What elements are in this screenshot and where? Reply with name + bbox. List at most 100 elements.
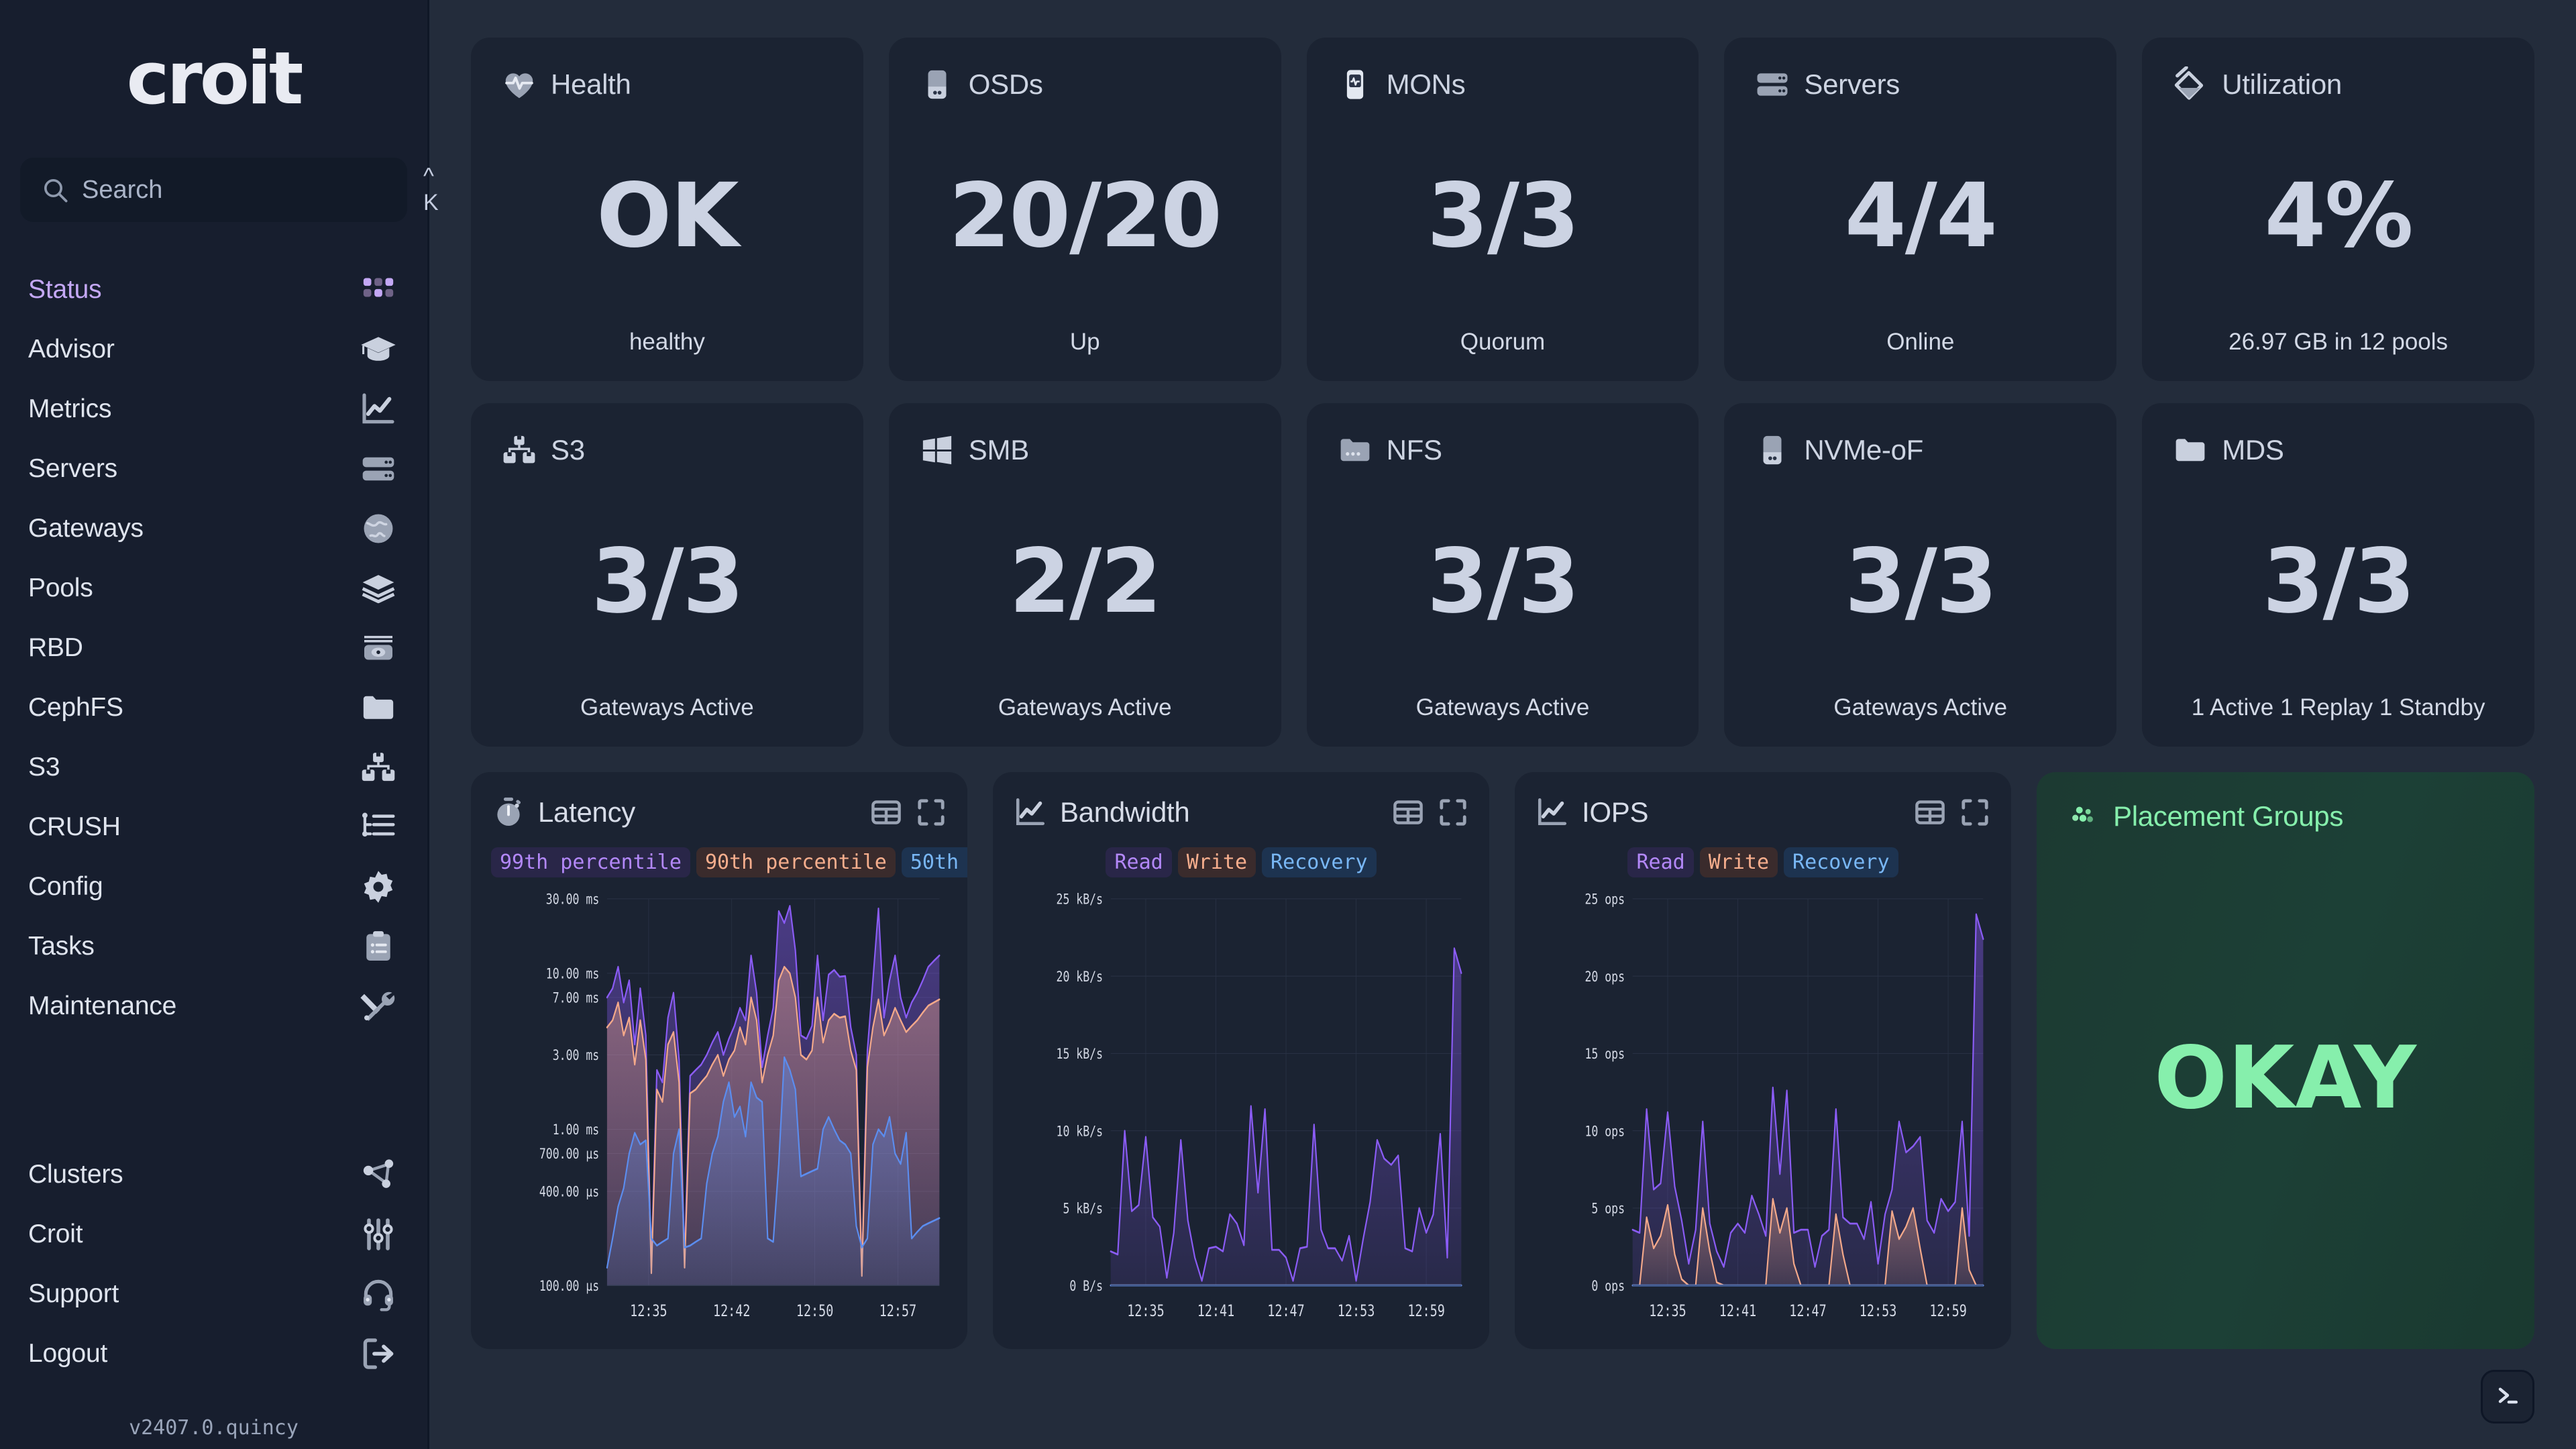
svg-text:12:41: 12:41 [1719,1302,1757,1321]
tree-list-icon [360,808,397,846]
sidebar-item-cephfs[interactable]: CephFS [0,678,427,737]
svg-text:5 kB/s: 5 kB/s [1063,1199,1103,1217]
expand-icon[interactable] [1959,796,1991,828]
sidebar-item-logout[interactable]: Logout [0,1324,427,1383]
legend-chip-recovery[interactable]: Recovery [1784,847,1898,877]
brand-logo: croit [126,36,303,121]
chart-plot-area[interactable]: 25 kB/s 20 kB/s 15 kB/s 10 kB/s 5 kB/s 0 B/s 1… [1013,887,1469,1332]
chart-header: IOPS [1535,795,1991,830]
placement-groups-card[interactable]: Placement Groups OKAY [2037,772,2534,1349]
sidebar-item-advisor[interactable]: Advisor [0,319,427,379]
chart-card-bandwidth: Bandwidth Read Write Recovery 25 kB/s 20… [993,772,1489,1349]
chart-title: IOPS [1582,796,1649,828]
status-card-row-2: S3 3/3 Gateways Active SMB 2/2 Gateways … [471,403,2534,747]
stat-card-nfs[interactable]: NFS 3/3 Gateways Active [1306,403,1699,747]
stat-card-s3[interactable]: S3 3/3 Gateways Active [471,403,863,747]
stat-card-nvme-of[interactable]: NVMe-oF 3/3 Gateways Active [1724,403,2117,747]
legend-chip-write[interactable]: Write [1177,847,1256,877]
line-chart-icon [1535,795,1570,830]
search-input[interactable] [82,175,410,205]
svg-text:30.00 ms: 30.00 ms [546,890,599,908]
sidebar-item-servers[interactable]: Servers [0,439,427,498]
table-icon[interactable] [1914,796,1946,828]
sidebar-item-label: RBD [28,633,83,662]
stat-card-value: 20/20 [949,164,1222,268]
stat-card-osds[interactable]: OSDs 20/20 Up [888,38,1281,381]
stat-card-title: MDS [2222,434,2284,466]
sidebar-item-croit[interactable]: Croit [0,1204,427,1264]
stat-card-subtitle: healthy [629,329,705,355]
table-icon[interactable] [870,796,902,828]
sidebar-item-config[interactable]: Config [0,857,427,916]
legend-chip-99th-percentile[interactable]: 99th percentile [491,847,690,877]
sidebar-item-label: CephFS [28,692,123,722]
sidebar: croit ^ K Status Advisor Metrics [0,0,439,1449]
stat-card-subtitle: Gateways Active [580,694,754,720]
stat-card-mons[interactable]: MONs 3/3 Quorum [1306,38,1699,381]
stat-card-header: Health [500,66,834,103]
share-nodes-icon [360,1156,397,1193]
search-box[interactable]: ^ K [20,158,439,222]
grid-icon [360,271,397,309]
legend-chip-90th-percentile[interactable]: 90th percentile [696,847,896,877]
stat-card-servers[interactable]: Servers 4/4 Online [1724,38,2117,381]
sidebar-item-label: Pools [28,573,93,602]
svg-text:3.00 ms: 3.00 ms [553,1046,600,1064]
sidebar-item-s3[interactable]: S3 [0,737,427,797]
monitor-icon [1336,66,1374,103]
sidebar-item-gateways[interactable]: Gateways [0,498,427,558]
svg-text:12:47: 12:47 [1267,1302,1305,1321]
svg-text:0 B/s: 0 B/s [1069,1277,1103,1295]
stat-card-smb[interactable]: SMB 2/2 Gateways Active [888,403,1281,747]
chart-legend: 99th percentile 90th percentile 50th per… [491,847,967,877]
svg-text:15 kB/s: 15 kB/s [1057,1045,1104,1063]
placement-groups-title: Placement Groups [2113,800,2344,832]
svg-text:0 ops: 0 ops [1591,1277,1625,1295]
stat-card-subtitle: Gateways Active [1833,694,2008,720]
chart-tools [1392,796,1469,828]
sidebar-item-crush[interactable]: CRUSH [0,797,427,857]
sidebar-item-label: Advisor [28,334,115,364]
stat-card-title: MONs [1386,68,1466,100]
svg-text:25 kB/s: 25 kB/s [1057,890,1104,908]
sidebar-item-clusters[interactable]: Clusters [0,1144,427,1204]
stat-card-health[interactable]: Health OK healthy [471,38,863,381]
stat-card-subtitle: Gateways Active [998,694,1172,720]
chart-card-iops: IOPS Read Write Recovery 25 ops 20 ops 1… [1515,772,2011,1349]
sidebar-item-maintenance[interactable]: Maintenance [0,976,427,1036]
expand-icon[interactable] [1437,796,1469,828]
sidebar-item-pools[interactable]: Pools [0,558,427,618]
line-chart-icon [1013,795,1048,830]
sidebar-item-label: Servers [28,453,117,483]
chart-plot-area[interactable]: 25 ops 20 ops 15 ops 10 ops 5 ops 0 ops 12:35 1… [1535,887,1991,1332]
stat-card-mds[interactable]: MDS 3/3 1 Active 1 Replay 1 Standby [2142,403,2534,747]
sidebar-item-support[interactable]: Support [0,1264,427,1324]
stat-card-header: SMB [918,431,1252,469]
terminal-button[interactable] [2481,1370,2534,1424]
legend-chip-read[interactable]: Read [1627,847,1694,877]
headset-icon [360,1275,397,1313]
legend-chip-recovery[interactable]: Recovery [1262,847,1377,877]
legend-chip-read[interactable]: Read [1106,847,1172,877]
legend-chip-50th-percentile[interactable]: 50th percentile [901,847,967,877]
stat-card-header: NVMe-oF [1754,431,2087,469]
heart-pulse-icon [500,66,538,103]
sidebar-item-status[interactable]: Status [0,260,427,319]
sidebar-item-metrics[interactable]: Metrics [0,379,427,439]
stat-card-utilization[interactable]: Utilization 4% 26.97 GB in 12 pools [2142,38,2534,381]
placement-groups-header: Placement Groups [2066,799,2505,834]
stopwatch-icon [491,795,526,830]
table-icon[interactable] [1392,796,1424,828]
sidebar-item-label: Maintenance [28,991,177,1020]
svg-text:12:47: 12:47 [1789,1302,1827,1321]
legend-chip-write[interactable]: Write [1699,847,1778,877]
sidebar-item-rbd[interactable]: RBD [0,618,427,678]
sidebar-item-tasks[interactable]: Tasks [0,916,427,976]
sidebar-nav-bottom: Clusters Croit Support Logout [0,1144,427,1383]
svg-text:7.00 ms: 7.00 ms [553,989,600,1006]
stat-card-value: 4% [2264,164,2414,268]
chart-plot-area[interactable]: 30.00 ms 10.00 ms 7.00 ms 3.00 ms 1.00 ms 700… [491,887,947,1332]
svg-text:25 ops: 25 ops [1585,890,1625,908]
svg-text:400.00 µs: 400.00 µs [539,1183,599,1200]
expand-icon[interactable] [915,796,947,828]
